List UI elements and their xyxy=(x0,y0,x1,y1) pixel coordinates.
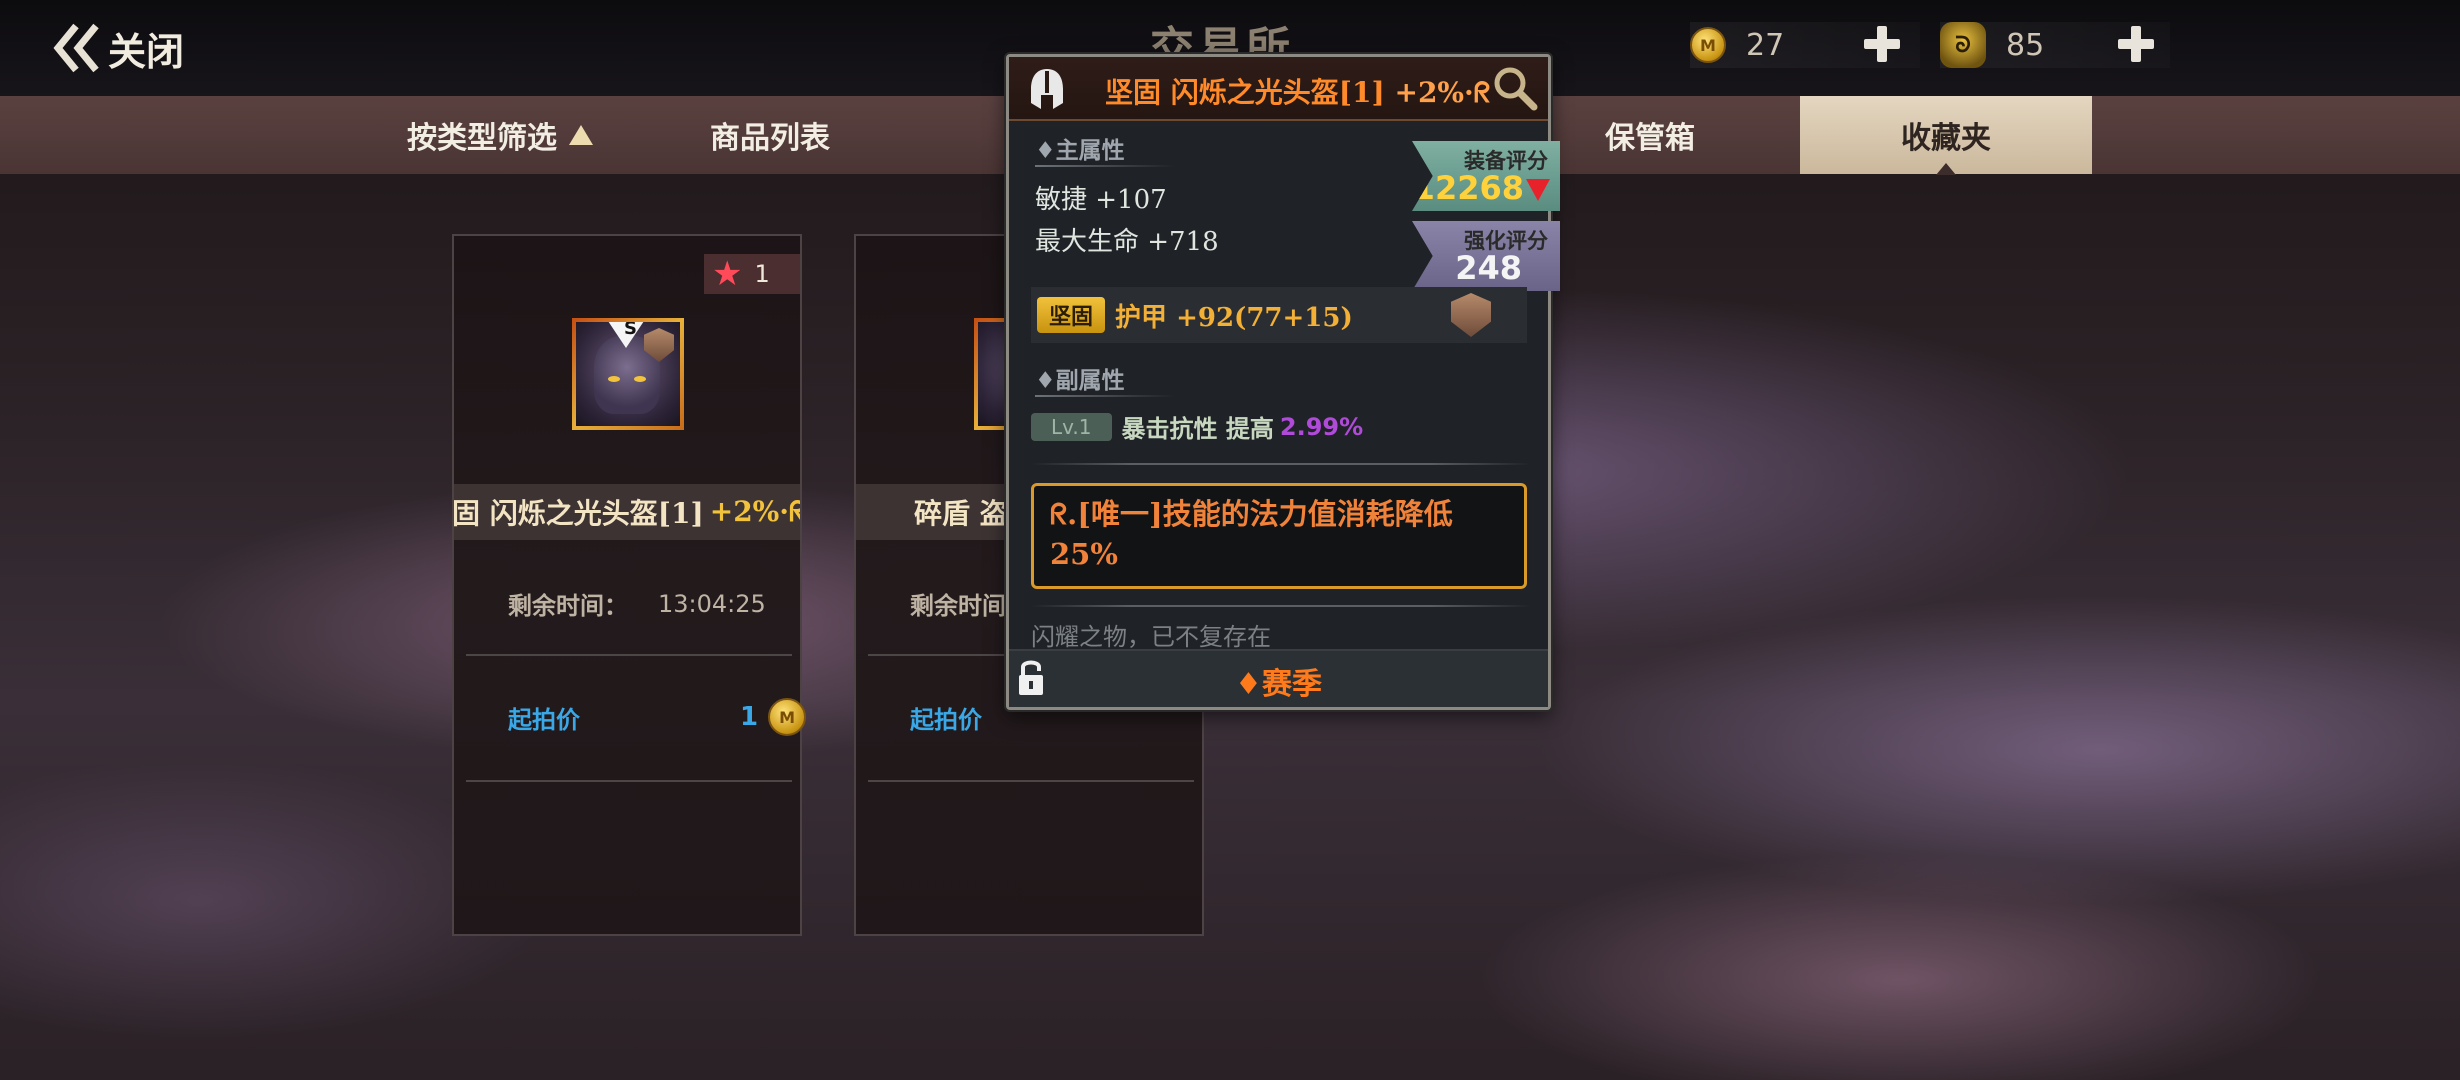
item-name-text: 坚固 闪烁之光头盔[1] xyxy=(454,497,704,530)
starting-price-label: 起拍价 xyxy=(508,705,580,734)
starting-price-label: 起拍价 xyxy=(910,705,982,734)
section-underline xyxy=(1035,395,1175,397)
unique-effect-text: ᖇ.[唯一]技能的法力值消耗降低25% xyxy=(1050,497,1453,571)
add-gem-button[interactable] xyxy=(2116,24,2156,64)
item-name-text: 碎盾 盗 xyxy=(914,497,1008,530)
tab-favorites-label: 收藏夹 xyxy=(1901,121,1991,156)
gem-stone-icon: ᘐ xyxy=(1940,22,1986,68)
tab-storage-label: 保管箱 xyxy=(1605,121,1695,156)
armor-value: 护甲 +92(77+15) xyxy=(1115,302,1353,333)
divider xyxy=(868,780,1194,782)
add-gold-button[interactable] xyxy=(1862,24,1902,64)
magnifier-icon[interactable] xyxy=(1492,65,1538,111)
close-button[interactable]: 关闭 xyxy=(52,18,184,78)
enhance-score-tag: 强化评分 248 xyxy=(1412,221,1560,291)
divider xyxy=(1031,463,1531,465)
star-icon: ★ xyxy=(712,254,743,294)
main-attribute-max-hp: 最大生命 +718 xyxy=(1035,227,1219,257)
helmet-eye xyxy=(634,376,646,382)
tab-filter-by-type[interactable]: 按类型筛选 xyxy=(380,96,620,174)
remaining-time-row: 剩余时间： 13:04:25 xyxy=(508,586,766,621)
item-tooltip: 坚固 闪烁之光头盔[1] +2%·ᖇ ♦主属性 敏捷 +107 最大生命 +71… xyxy=(1006,54,1560,710)
rank-shield-icon xyxy=(1451,293,1491,337)
unique-effect-box: ᖇ.[唯一]技能的法力值消耗降低25% xyxy=(1031,483,1527,589)
sub-attribute-row: Lv.1 暴击抗性 提高 2.99% xyxy=(1031,409,1363,444)
sub-attribute-name: 暴击抗性 提高 xyxy=(1121,414,1274,443)
remaining-time-label: 剩余时间 xyxy=(910,591,1006,620)
armor-attribute-row: 坚固 护甲 +92(77+15) xyxy=(1031,287,1527,343)
section-underline xyxy=(1035,165,1175,167)
tooltip-item-name: 坚固 闪烁之光头盔[1] +2%·ᖇ xyxy=(1105,71,1490,111)
helmet-item-icon: S xyxy=(576,322,680,426)
season-label: ♦赛季 xyxy=(1235,667,1322,702)
remaining-time-value: 13:04:25 xyxy=(658,589,766,618)
item-name: 坚固 闪烁之光头盔[1] +2%·ᖇ xyxy=(454,484,800,540)
tooltip-item-name-suffix: +2%·ᖇ xyxy=(1394,76,1491,109)
tab-favorites[interactable]: 收藏夹 xyxy=(1800,96,2092,175)
double-chevron-left-icon xyxy=(53,23,99,73)
remaining-time-row: 剩余时间 xyxy=(910,586,1006,621)
sub-attributes-title: ♦副属性 xyxy=(1035,367,1125,394)
score-down-arrow-icon xyxy=(1526,179,1550,201)
item-name-suffix: +2%·ᖇ xyxy=(709,495,800,528)
tab-storage[interactable]: 保管箱 xyxy=(1570,96,1730,174)
tab-indicator xyxy=(1936,163,1956,175)
sub-attribute-level: Lv.1 xyxy=(1031,412,1112,441)
tooltip-footer: ♦赛季 xyxy=(1009,649,1548,707)
tab-filter-label: 按类型筛选 xyxy=(407,121,557,156)
tab-item-list-label: 商品列表 xyxy=(710,121,830,156)
tooltip-header: 坚固 闪烁之光头盔[1] +2%·ᖇ xyxy=(1009,57,1548,121)
armor-type-tag: 坚固 xyxy=(1037,297,1106,333)
divider xyxy=(466,654,792,656)
starting-price-value-row: 1 M xyxy=(740,698,807,736)
lore-text: 闪耀之物，已不复存在 xyxy=(1031,623,1271,651)
tooltip-item-name-text: 坚固 闪烁之光头盔[1] xyxy=(1105,76,1385,109)
close-label: 关闭 xyxy=(108,28,185,74)
gear-score-value: 12268 xyxy=(1412,169,1524,207)
tab-item-list[interactable]: 商品列表 xyxy=(680,96,860,174)
gold-coin-icon: M xyxy=(1690,27,1726,63)
starting-price-row: 起拍价 xyxy=(508,700,580,735)
favorite-count: 1 xyxy=(754,260,770,288)
favorite-badge[interactable]: ★ 1 xyxy=(704,254,800,294)
auction-card[interactable]: ★ 1 S 坚固 闪烁之光头盔[1] +2%·ᖇ 剩余时间： 13:04:25 … xyxy=(452,234,807,936)
remaining-time-label: 剩余时间： xyxy=(508,591,628,620)
starting-price-row: 起拍价 xyxy=(910,700,982,735)
enhance-score-value: 248 xyxy=(1455,249,1522,287)
main-attribute-agility: 敏捷 +107 xyxy=(1035,185,1167,215)
helmet-icon xyxy=(1031,69,1063,109)
gold-coin-icon: M xyxy=(768,698,807,736)
divider xyxy=(466,780,792,782)
gold-amount: 27 xyxy=(1746,27,1785,63)
sub-attribute-value: 2.99% xyxy=(1279,412,1364,441)
gear-score-tag: 装备评分 12268 xyxy=(1412,141,1560,211)
sort-up-icon xyxy=(569,125,593,145)
divider xyxy=(1031,605,1531,607)
helmet-eye xyxy=(608,376,620,382)
grade-label: S xyxy=(624,322,637,339)
starting-price-value: 1 xyxy=(740,702,759,732)
item-icon-frame[interactable]: S xyxy=(572,318,684,430)
main-attributes-title: ♦主属性 xyxy=(1035,137,1125,164)
gem-amount: 85 xyxy=(2006,27,2045,63)
